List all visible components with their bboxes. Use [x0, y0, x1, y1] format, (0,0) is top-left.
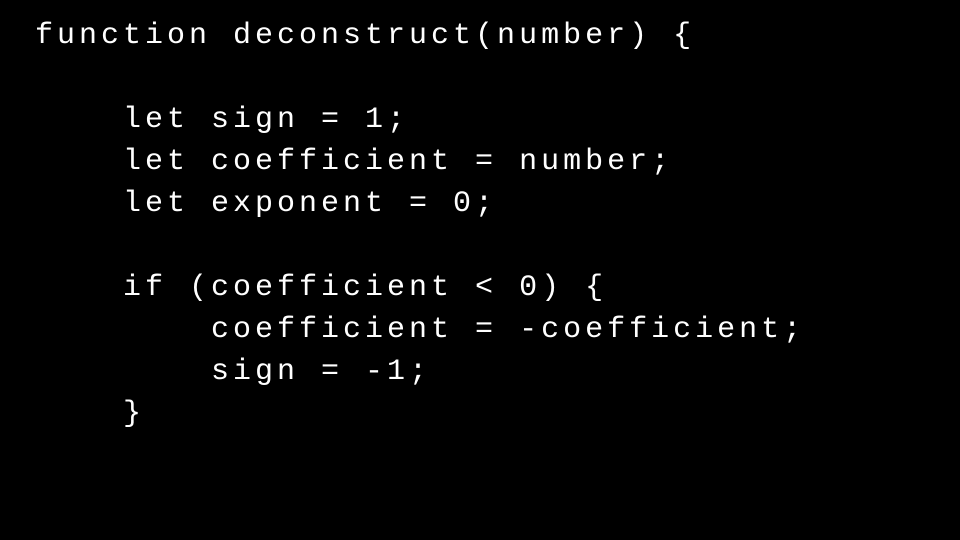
- blank-line-1: [35, 57, 960, 99]
- blank-line-2: [35, 225, 960, 267]
- code-line-3: let coefficient = number;: [35, 141, 960, 183]
- code-line-4: let exponent = 0;: [35, 183, 960, 225]
- code-line-1: function deconstruct(number) {: [35, 15, 960, 57]
- code-line-6: coefficient = -coefficient;: [35, 309, 960, 351]
- code-line-2: let sign = 1;: [35, 99, 960, 141]
- code-line-7: sign = -1;: [35, 351, 960, 393]
- code-line-8: }: [35, 393, 960, 435]
- code-line-5: if (coefficient < 0) {: [35, 267, 960, 309]
- code-block: function deconstruct(number) { let sign …: [35, 15, 960, 435]
